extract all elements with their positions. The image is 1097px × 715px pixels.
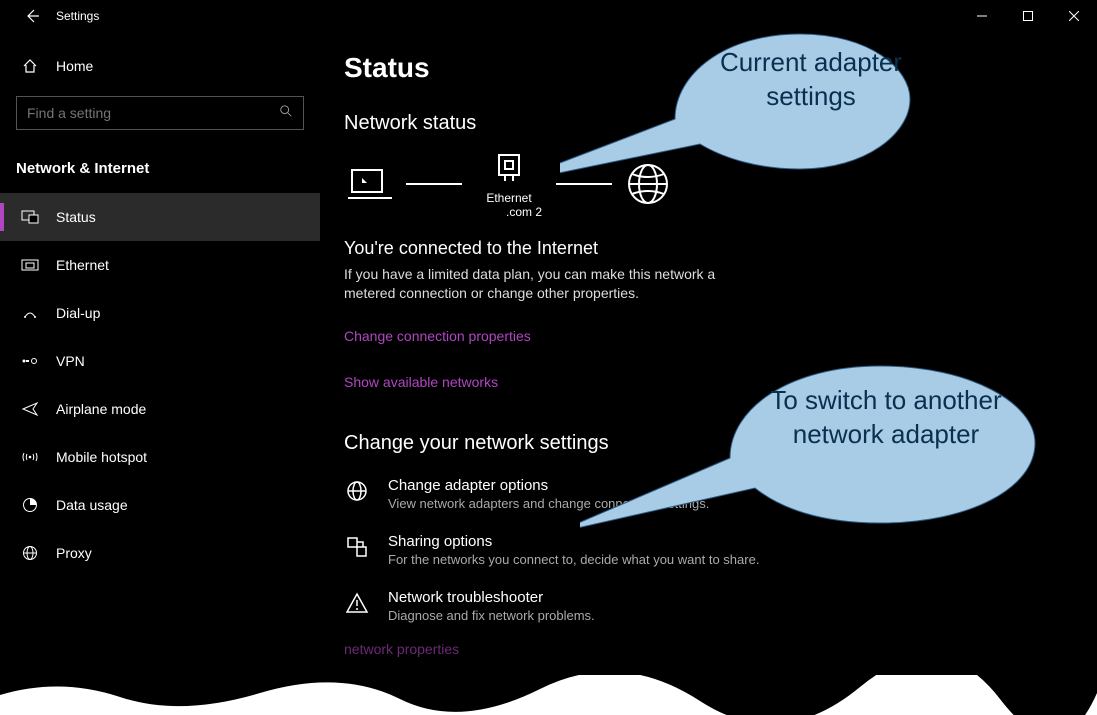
sidebar-item-label: VPN	[56, 353, 85, 369]
diagram-line	[406, 183, 462, 185]
search-icon	[279, 104, 293, 123]
troubleshooter-icon	[344, 591, 370, 615]
diagram-adapter-label: Ethernet	[476, 191, 542, 205]
dialup-icon	[20, 306, 40, 320]
sidebar-item-airplane[interactable]: Airplane mode	[0, 385, 320, 433]
adapter-icon	[493, 149, 525, 185]
sidebar-item-ethernet[interactable]: Ethernet	[0, 241, 320, 289]
globe-icon	[626, 162, 670, 206]
proxy-icon	[20, 545, 40, 561]
page-title: Status	[344, 52, 1057, 84]
diagram-adapter: Ethernet xxxxx.com 2	[476, 149, 542, 220]
option-troubleshooter[interactable]: Network troubleshooter Diagnose and fix …	[344, 589, 1057, 623]
option-sharing[interactable]: Sharing options For the networks you con…	[344, 533, 1057, 567]
partial-link-bottom[interactable]: network properties	[344, 641, 459, 657]
sidebar-item-datausage[interactable]: Data usage	[0, 481, 320, 529]
window-title: Settings	[56, 9, 99, 23]
sidebar-item-label: Ethernet	[56, 257, 109, 273]
data-usage-icon	[20, 497, 40, 513]
sidebar-home-label: Home	[56, 58, 93, 74]
change-connection-properties-link[interactable]: Change connection properties	[344, 328, 531, 344]
search-input[interactable]	[27, 105, 279, 121]
connected-title: You're connected to the Internet	[344, 238, 1057, 259]
back-button[interactable]	[16, 0, 48, 32]
sharing-options-icon	[344, 535, 370, 559]
sidebar-item-dialup[interactable]: Dial-up	[0, 289, 320, 337]
sidebar-item-proxy[interactable]: Proxy	[0, 529, 320, 577]
ethernet-icon	[20, 258, 40, 272]
sidebar: Home Network & Internet Status Ethernet …	[0, 32, 320, 715]
maximize-button[interactable]	[1005, 0, 1051, 32]
option-change-adapter[interactable]: Change adapter options View network adap…	[344, 477, 1057, 511]
pc-icon	[348, 166, 392, 202]
sidebar-item-label: Airplane mode	[56, 401, 146, 417]
diagram-pc	[348, 166, 392, 202]
sidebar-item-label: Dial-up	[56, 305, 100, 321]
network-diagram: Ethernet xxxxx.com 2	[348, 149, 1057, 220]
close-button[interactable]	[1051, 0, 1097, 32]
sidebar-item-label: Status	[56, 209, 96, 225]
diagram-line	[556, 183, 612, 185]
search-box[interactable]	[16, 96, 304, 130]
sidebar-home[interactable]: Home	[0, 48, 320, 84]
sidebar-item-hotspot[interactable]: Mobile hotspot	[0, 433, 320, 481]
sidebar-item-label: Proxy	[56, 545, 92, 561]
option-desc: Diagnose and fix network problems.	[388, 608, 595, 623]
sidebar-group-header: Network & Internet	[0, 150, 320, 193]
maximize-icon	[1023, 11, 1033, 21]
change-settings-heading: Change your network settings	[344, 432, 1057, 455]
minimize-icon	[977, 11, 987, 21]
show-available-networks-link[interactable]: Show available networks	[344, 374, 498, 390]
sidebar-item-status[interactable]: Status	[0, 193, 320, 241]
option-title: Network troubleshooter	[388, 589, 595, 606]
title-bar: Settings	[0, 0, 1097, 32]
airplane-icon	[20, 401, 40, 417]
close-icon	[1069, 11, 1079, 21]
diagram-network-label: xxxxx.com 2	[476, 205, 542, 219]
option-desc: View network adapters and change connect…	[388, 496, 709, 511]
main-content: Status Network status Ethernet xxxxx.com…	[320, 32, 1097, 715]
hotspot-icon	[20, 449, 40, 465]
status-icon	[20, 210, 40, 224]
home-icon	[20, 58, 40, 74]
option-title: Change adapter options	[388, 477, 709, 494]
connected-description: If you have a limited data plan, you can…	[344, 265, 744, 304]
diagram-globe	[626, 162, 670, 206]
vpn-icon	[20, 354, 40, 368]
window-controls	[959, 0, 1097, 32]
back-arrow-icon	[24, 8, 40, 24]
minimize-button[interactable]	[959, 0, 1005, 32]
adapter-options-icon	[344, 479, 370, 503]
network-status-heading: Network status	[344, 112, 1057, 135]
torn-edge	[0, 675, 1097, 715]
option-desc: For the networks you connect to, decide …	[388, 552, 759, 567]
sidebar-item-label: Data usage	[56, 497, 128, 513]
sidebar-item-vpn[interactable]: VPN	[0, 337, 320, 385]
option-title: Sharing options	[388, 533, 759, 550]
sidebar-item-label: Mobile hotspot	[56, 449, 147, 465]
